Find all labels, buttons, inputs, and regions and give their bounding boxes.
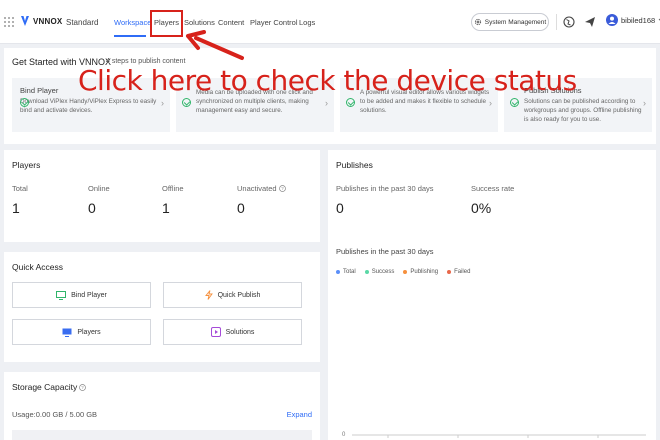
- check-circle-icon: [510, 98, 519, 107]
- legend-label: Success: [371, 269, 395, 275]
- svg-text:?: ?: [281, 186, 284, 191]
- quick-access-title: Quick Access: [12, 262, 64, 272]
- storage-usage: Usage:0.00 GB / 5.00 GB: [12, 410, 98, 419]
- storage-progress-bar: [12, 430, 312, 440]
- solutions-shortcut-button[interactable]: Solutions: [163, 319, 302, 345]
- publishes-title: Publishes: [336, 160, 373, 170]
- divider: [556, 14, 557, 30]
- brand-name: VNNOX: [33, 16, 63, 26]
- storage-title: Storage Capacity: [12, 382, 78, 392]
- solutions-shortcut-label: Solutions: [225, 328, 255, 336]
- legend-dot: [447, 270, 452, 274]
- lightning-icon: [204, 290, 213, 300]
- legend-dot: [364, 270, 369, 274]
- legend-dot: [336, 270, 340, 274]
- help-icon[interactable]: ?: [79, 383, 87, 391]
- legend-label: Failed: [454, 269, 471, 275]
- active-tab-indicator: [114, 35, 146, 37]
- step-card-desc: Download ViPlex Handy/ViPlex Express to …: [20, 98, 157, 115]
- players-shortcut-label: Players: [77, 328, 101, 336]
- svg-text:?: ?: [81, 385, 84, 390]
- quick-access-panel: Quick Access Bind Player Quick Publish P…: [4, 252, 320, 362]
- stat-value-total[interactable]: 1: [12, 200, 20, 216]
- top-bar: VNNOX Standard Workspace Players Solutio…: [0, 0, 660, 44]
- players-highlight-box: [150, 10, 183, 37]
- chevron-right-icon: ›: [489, 98, 492, 108]
- legend-label: Total: [343, 269, 356, 275]
- bind-player-button[interactable]: Bind Player: [12, 282, 151, 308]
- success-rate-label: Success rate: [471, 184, 515, 193]
- stat-value-offline[interactable]: 1: [162, 200, 170, 216]
- user-icon: [606, 14, 618, 26]
- stat-value-online[interactable]: 0: [88, 200, 96, 216]
- brand-logo[interactable]: VNNOX: [20, 15, 62, 27]
- user-name: bibiled168: [621, 15, 656, 25]
- chevron-right-icon: ›: [643, 98, 646, 108]
- chevron-right-icon: ›: [325, 98, 328, 108]
- nav-workspace[interactable]: Workspace: [114, 18, 151, 27]
- unactivated-label: Unactivated: [237, 184, 277, 193]
- players-shortcut-button[interactable]: Players: [12, 319, 151, 345]
- players-title: Players: [12, 160, 41, 170]
- bind-player-label: Bind Player: [71, 291, 107, 299]
- quick-publish-label: Quick Publish: [217, 291, 261, 299]
- publishes-panel: Publishes Publishes in the past 30 days …: [328, 150, 656, 440]
- play-icon: [210, 327, 221, 337]
- publishes-past-label: Publishes in the past 30 days: [336, 184, 434, 193]
- help-icon[interactable]: ?: [278, 185, 286, 192]
- stat-label-offline: Offline: [162, 184, 184, 193]
- legend-publishing[interactable]: Publishing: [403, 269, 438, 275]
- players-panel: Players Total 1 Online 0 Offline 1 Unact…: [4, 150, 320, 242]
- storage-panel: Storage Capacity ? Usage:0.00 GB / 5.00 …: [4, 372, 320, 440]
- publishes-past-value: 0: [336, 200, 344, 216]
- stat-label-total: Total: [12, 184, 28, 193]
- check-circle-icon: [20, 98, 29, 107]
- stat-label-unactivated: Unactivated ?: [237, 184, 286, 193]
- monitor-plus-icon: [56, 290, 67, 300]
- grid-icon[interactable]: [4, 17, 14, 27]
- annotation-arrow-icon: [186, 30, 244, 60]
- nav-content[interactable]: Content: [218, 18, 244, 27]
- chevron-right-icon: ›: [161, 98, 164, 108]
- quick-publish-button[interactable]: Quick Publish: [163, 282, 302, 308]
- system-management-label: System Management: [484, 18, 547, 26]
- stat-value-unactivated[interactable]: 0: [237, 200, 245, 216]
- legend-label: Publishing: [410, 269, 439, 275]
- legend-dot: [403, 270, 408, 274]
- gear-icon: [474, 18, 481, 26]
- legend-total[interactable]: Total: [336, 269, 356, 275]
- check-circle-icon: [346, 98, 355, 107]
- user-menu[interactable]: bibiled168: [606, 14, 660, 26]
- annotation-text: Click here to check the device status: [78, 64, 577, 97]
- legend-failed[interactable]: Failed: [447, 269, 470, 275]
- expand-link[interactable]: Expand: [287, 410, 312, 419]
- edition-label: Standard: [66, 18, 99, 27]
- send-icon[interactable]: [584, 16, 596, 28]
- nav-logs[interactable]: Logs: [299, 18, 315, 27]
- monitor-icon: [62, 328, 72, 337]
- logo-icon: [21, 16, 29, 26]
- system-management-button[interactable]: System Management: [471, 13, 549, 31]
- stat-label-online: Online: [88, 184, 110, 193]
- publishes-chart-title: Publishes in the past 30 days: [336, 247, 434, 256]
- step-card-desc: Solutions can be published according to …: [524, 98, 642, 124]
- check-circle-icon: [182, 98, 191, 107]
- storage-title-wrap: Storage Capacity ?: [12, 382, 87, 392]
- legend-success[interactable]: Success: [364, 269, 395, 275]
- chart-legend: Total Success Publishing Failed: [336, 269, 470, 275]
- publishes-chart-axis: [352, 434, 646, 438]
- success-rate-value: 0%: [471, 200, 492, 216]
- globe-icon[interactable]: [563, 16, 575, 28]
